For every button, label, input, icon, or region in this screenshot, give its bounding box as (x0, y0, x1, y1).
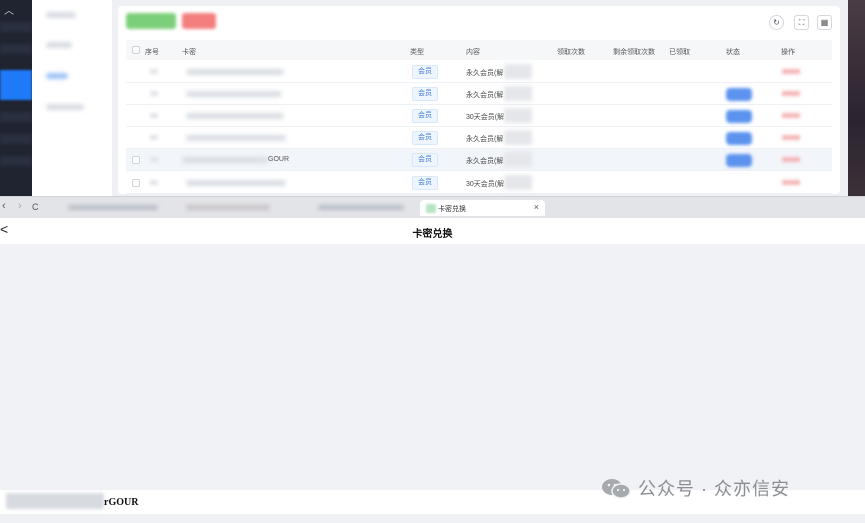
refresh-icon[interactable]: ↻ (769, 15, 784, 30)
column-header: 类型 (410, 49, 424, 56)
columns-setting-icon[interactable]: ▦ (817, 15, 832, 30)
content-text: 永久会员(解 (466, 92, 504, 99)
table-row[interactable]: 会员 30天会员(解 (126, 172, 832, 194)
fullscreen-icon[interactable]: ⛶ (794, 15, 809, 30)
type-tag: 会员 (412, 131, 438, 145)
table-row[interactable]: 会员 30天会员(解 (126, 105, 832, 127)
add-button[interactable] (126, 13, 176, 29)
content-text: 永久会员(解 (466, 70, 504, 77)
status-badge (726, 88, 752, 101)
column-header: 卡密 (182, 49, 196, 56)
type-tag: 会员 (412, 87, 438, 101)
submenu-item[interactable] (46, 42, 72, 48)
type-tag: 会员 (412, 65, 438, 79)
column-header: 领取次数 (557, 49, 585, 56)
sub-menu (32, 0, 112, 196)
type-tag: 会员 (412, 176, 438, 190)
delete-button[interactable] (182, 13, 216, 29)
type-tag: 会员 (412, 109, 438, 123)
content-text: 30天会员(解 (466, 181, 505, 188)
browser-tab-strip: ‹ › C 卡密兑换 × (0, 196, 865, 218)
wechat-icon (602, 479, 631, 499)
column-header: 内容 (466, 49, 480, 56)
forward-nav-icon[interactable]: › (18, 200, 22, 212)
table-row[interactable]: 会员 永久会员(解 (126, 83, 832, 105)
browser-tab[interactable] (60, 200, 170, 216)
row-action[interactable] (782, 69, 800, 74)
browser-tab-active[interactable]: 卡密兑换 × (420, 200, 545, 216)
main-sidebar: ︿ (0, 0, 32, 196)
table-row[interactable]: 会员 永久会员(解 (126, 61, 832, 83)
column-header: 序号 (145, 49, 159, 56)
column-header: 状态 (726, 49, 740, 56)
column-header: 操作 (781, 49, 795, 56)
row-action[interactable] (782, 135, 800, 140)
redacted-code (6, 493, 104, 509)
table-row[interactable]: 会员 永久会员(解 (126, 127, 832, 149)
content-text: 30天会员(解 (466, 114, 505, 121)
row-action[interactable] (782, 180, 800, 185)
watermark-text: 公众号 · 众亦信安 (638, 479, 790, 499)
type-tag: 会员 (412, 153, 438, 167)
card-key-text: GOUR (268, 156, 289, 163)
submenu-item-active[interactable] (46, 73, 68, 79)
admin-panel-screenshot: ︿ ↻ ⛶ ▦ 序号 卡密 类型 内容 领取次数 剩余领取次数 已领取 状态 操… (0, 0, 865, 196)
row-checkbox[interactable] (132, 179, 140, 187)
page-header: < 卡密兑换 (0, 218, 865, 244)
tab-label: 卡密兑换 (438, 206, 466, 213)
page-title: 卡密兑换 (412, 229, 453, 240)
card-table-panel: ↻ ⛶ ▦ 序号 卡密 类型 内容 领取次数 剩余领取次数 已领取 状态 操作 … (118, 6, 840, 194)
reload-icon[interactable]: C (32, 202, 39, 212)
page-body (0, 244, 865, 488)
column-header: 已领取 (669, 49, 690, 56)
browser-tab[interactable] (178, 200, 282, 216)
watermark: 公众号 · 众亦信安 (600, 476, 790, 500)
browser-tab[interactable] (310, 200, 414, 216)
row-action[interactable] (782, 113, 800, 118)
select-all-checkbox[interactable] (132, 46, 140, 54)
column-header: 剩余领取次数 (613, 49, 655, 56)
back-nav-icon[interactable]: ‹ (2, 200, 6, 212)
status-badge (726, 154, 752, 167)
card-code-text: rGOUR (104, 497, 139, 508)
submenu-item[interactable] (46, 12, 76, 18)
collapse-caret-icon[interactable]: ︿ (4, 2, 14, 17)
tab-favicon-icon (426, 204, 436, 213)
table-header: 序号 卡密 类型 内容 领取次数 剩余领取次数 已领取 状态 操作 (126, 40, 832, 60)
submenu-item[interactable] (46, 104, 84, 110)
content-text: 永久会员(解 (466, 158, 504, 165)
sidebar-item-active[interactable] (0, 70, 32, 100)
row-checkbox[interactable] (132, 156, 140, 164)
close-tab-icon[interactable]: × (534, 202, 539, 212)
status-badge (726, 132, 752, 145)
status-badge (726, 110, 752, 123)
content-text: 永久会员(解 (466, 136, 504, 143)
row-action[interactable] (782, 91, 800, 96)
background-photo (848, 0, 865, 196)
table-row-highlighted[interactable]: GOUR 会员 永久会员(解 (126, 149, 832, 171)
row-action[interactable] (782, 157, 800, 162)
